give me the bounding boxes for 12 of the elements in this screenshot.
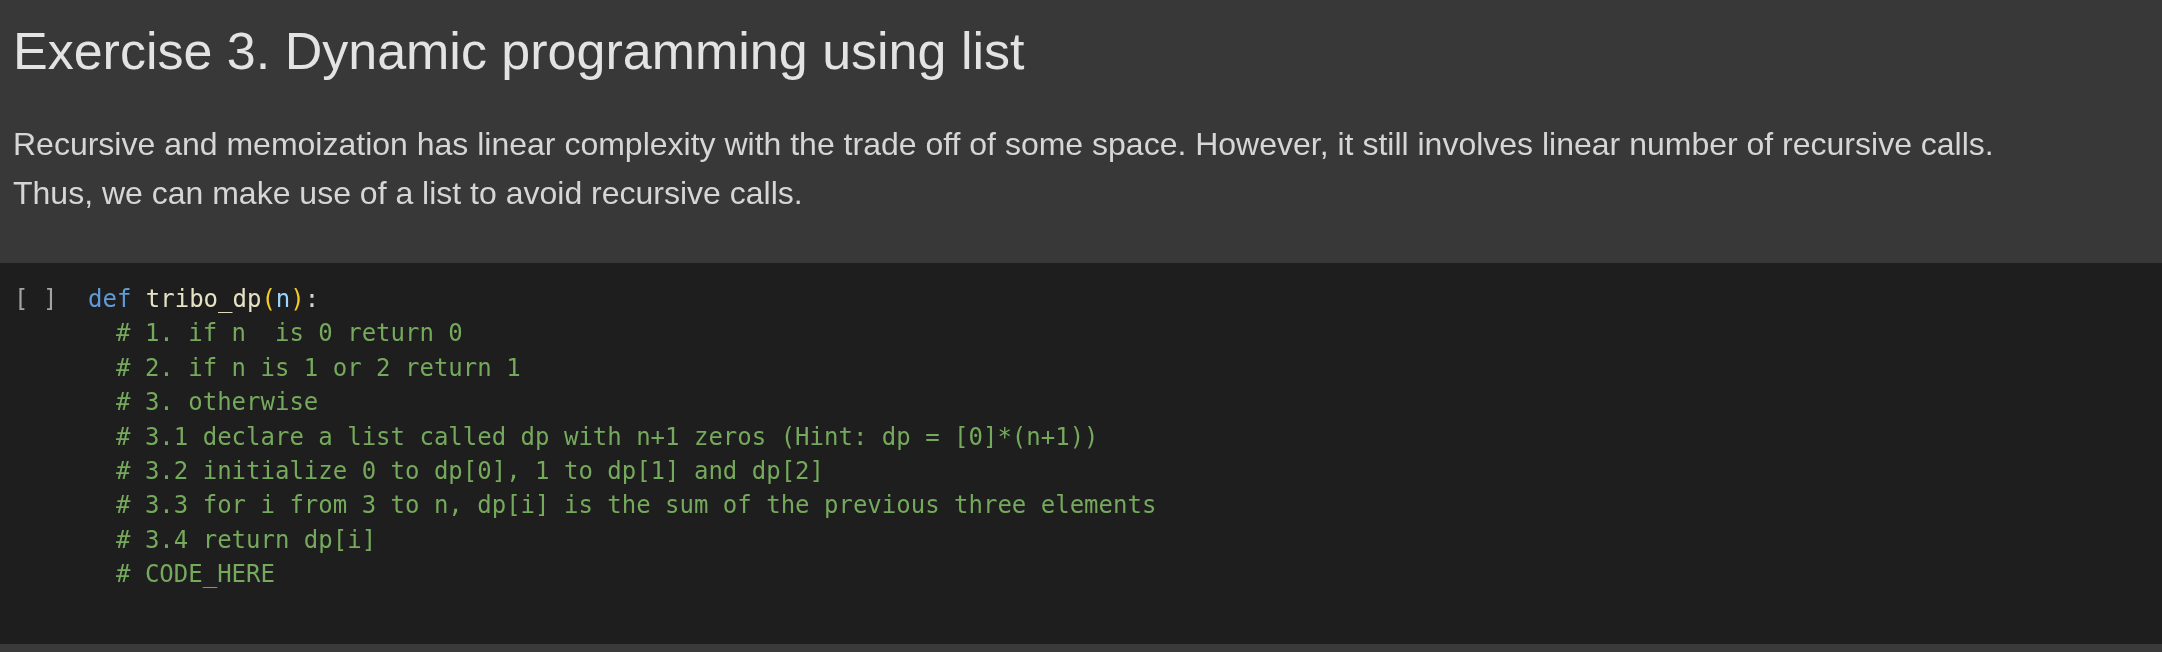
paragraph: Recursive and memoization has linear complexity with the trade off of some space. However, it still involves linear number of recursive calls. Thus, we can make use of a list to avoid recursive calls. (13, 125, 1994, 213)
code-line: # 3.1 declare a list called dp with n+1 zeros (Hint: dp = [0]*(n+1)) (116, 421, 1099, 453)
execution-count: [ ] (14, 285, 58, 313)
code-line: # 2. if n is 1 or 2 return 1 (116, 352, 521, 384)
code-line: # CODE_HERE (116, 559, 275, 591)
code-line: # 1. if n is 0 return 0 (116, 318, 463, 350)
code-line: # 3.2 initialize 0 to dp[0], 1 to dp[1] and dp[2] (116, 455, 824, 487)
code-line: def tribo_dp(n): (88, 284, 320, 315)
code-line: # 3.3 for i from 3 to n, dp[i] is the sum of the previous three elements (116, 490, 1157, 522)
code-line: # 3.4 return dp[i] (116, 524, 377, 556)
code-line: # 3. otherwise (116, 387, 319, 419)
heading: Exercise 3. Dynamic programming using list (13, 21, 1025, 82)
